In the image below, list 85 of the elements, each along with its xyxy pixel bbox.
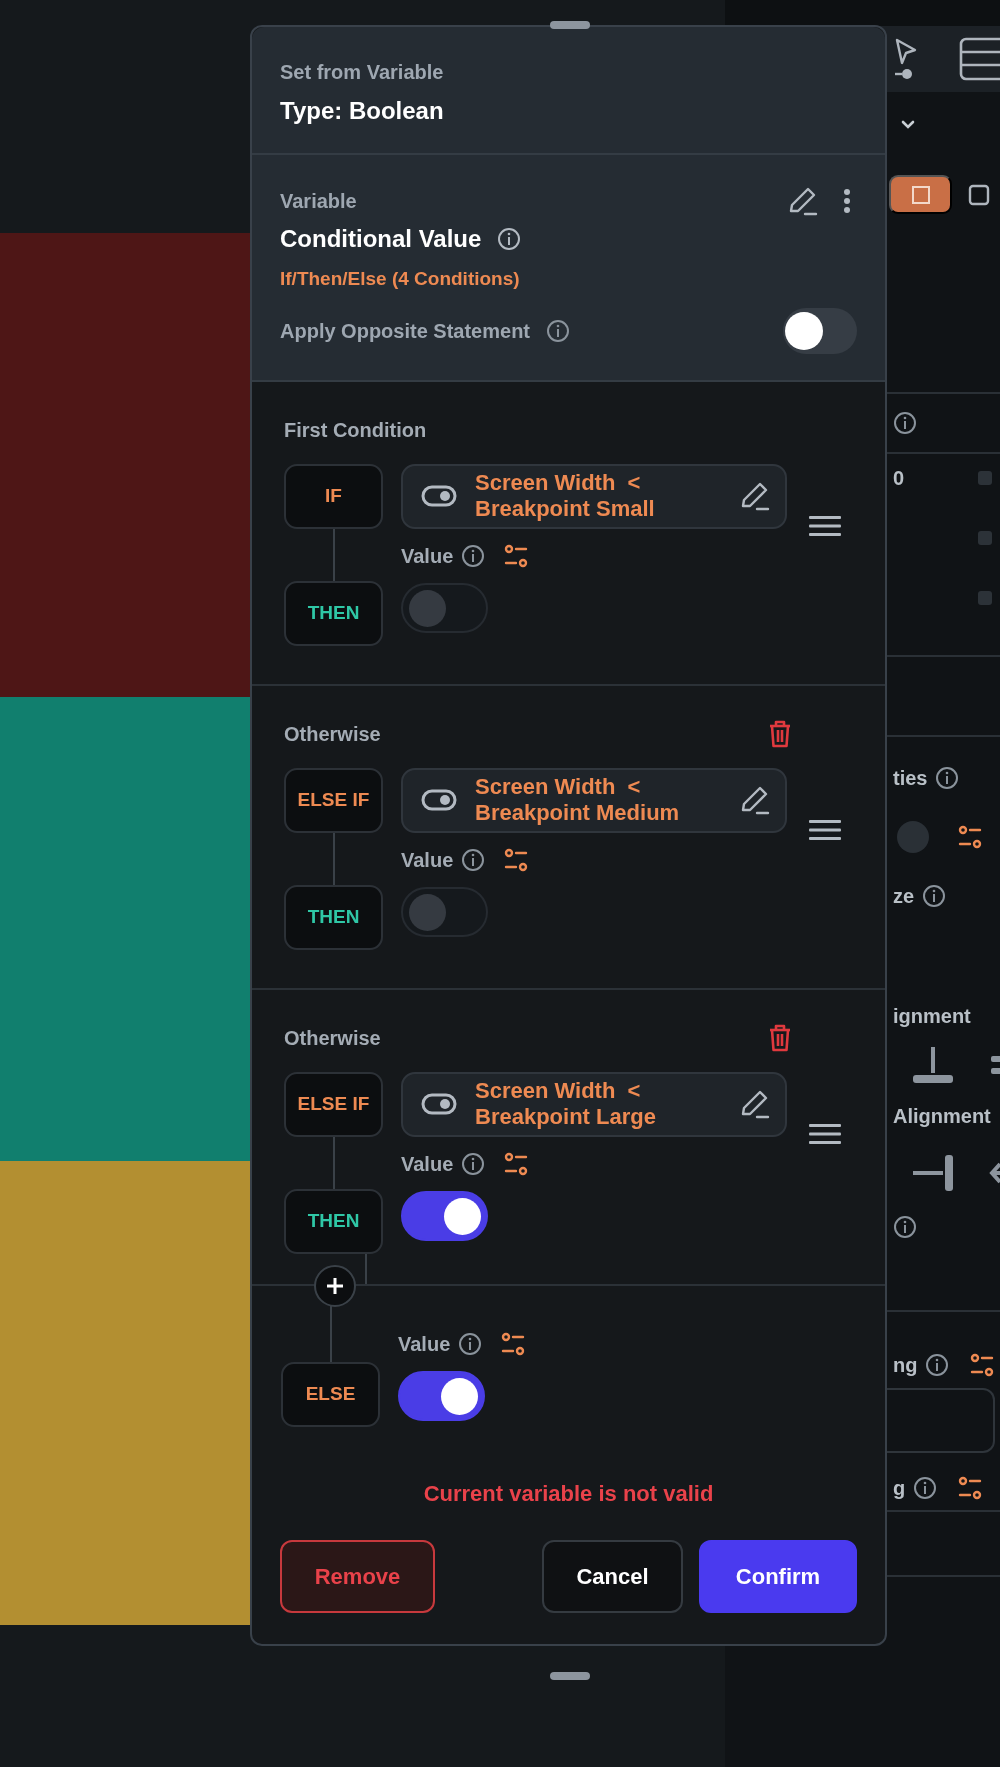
value-text: 0 — [893, 466, 905, 491]
dialog-title: Type: Boolean — [280, 96, 445, 126]
condition-expression[interactable]: Screen Width < Breakpoint Medium — [401, 767, 787, 833]
value-label: Value — [398, 1331, 451, 1357]
toggle-switch[interactable] — [783, 307, 857, 354]
edit-icon[interactable] — [787, 185, 819, 217]
condition-tag: THEN — [284, 1188, 383, 1254]
frame-icon — [909, 183, 932, 206]
condition-tag: IF — [284, 463, 383, 529]
edit-icon[interactable] — [739, 784, 771, 816]
toggle-switch[interactable] — [401, 582, 488, 633]
toggle-switch[interactable] — [401, 1190, 488, 1241]
remove-button[interactable]: Remove — [280, 1539, 435, 1613]
error-message: Current variable is not valid — [423, 1479, 714, 1508]
chevron-down-icon[interactable] — [901, 119, 915, 130]
field-label: ties — [893, 766, 928, 791]
info-icon — [458, 1331, 483, 1356]
info-icon — [893, 411, 917, 435]
sliders-icon[interactable] — [969, 1352, 996, 1378]
info-icon — [461, 847, 486, 872]
cancel-button[interactable]: Cancel — [542, 1539, 683, 1613]
expression-text: Screen Width < Breakpoint Medium — [475, 774, 680, 826]
info-icon — [546, 318, 571, 343]
sliders-icon[interactable] — [503, 542, 530, 569]
square-icon[interactable] — [968, 183, 990, 206]
condition-heading: Otherwise — [284, 721, 381, 747]
cursor-icon[interactable] — [893, 37, 919, 81]
sliders-icon[interactable] — [503, 1150, 530, 1177]
value-label: Value — [401, 847, 454, 873]
more-icon[interactable] — [843, 188, 851, 214]
condition-expression[interactable]: Screen Width < Breakpoint Small — [401, 463, 787, 529]
info-icon — [935, 766, 960, 790]
add-condition-button[interactable] — [314, 1264, 356, 1307]
option-label: Apply Opposite Statement — [280, 318, 531, 344]
expression-text: Screen Width < Breakpoint Large — [475, 1078, 656, 1130]
frame-button[interactable] — [889, 175, 952, 214]
sliders-icon[interactable] — [503, 846, 530, 873]
toggle-switch[interactable] — [401, 886, 488, 937]
field-label: Alignment — [893, 1104, 991, 1129]
condition-expression[interactable]: Screen Width < Breakpoint Large — [401, 1071, 787, 1137]
sliders-icon[interactable] — [957, 1475, 984, 1501]
plus-icon — [325, 1275, 345, 1296]
toggle-icon — [421, 789, 457, 811]
toggle-switch[interactable] — [398, 1370, 485, 1421]
sliders-icon[interactable] — [957, 824, 983, 850]
table-icon[interactable] — [959, 37, 1000, 81]
dialog-subtitle: Set from Variable — [280, 60, 445, 85]
confirm-button[interactable]: Confirm — [699, 1539, 857, 1613]
drag-handle-icon[interactable] — [809, 819, 841, 842]
variable-summary: If/Then/Else (4 Conditions) — [280, 267, 521, 291]
condition-heading: Otherwise — [284, 1025, 381, 1051]
toggle-icon — [421, 485, 457, 507]
section-label: Variable — [280, 189, 357, 214]
info-icon — [922, 884, 947, 908]
info-icon — [461, 1151, 486, 1176]
condition-tag: ELSE — [281, 1361, 380, 1427]
drag-handle-icon[interactable] — [809, 1123, 841, 1146]
value-label: Value — [401, 543, 454, 569]
resize-handle[interactable] — [550, 21, 590, 29]
edit-icon[interactable] — [739, 1088, 771, 1120]
field-label: ignment — [893, 1004, 971, 1029]
condition-tag: ELSE IF — [284, 1071, 383, 1137]
info-icon — [925, 1353, 950, 1377]
drag-handle-icon[interactable] — [809, 515, 841, 538]
condition-heading: First Condition — [284, 417, 427, 443]
condition-tag: THEN — [284, 884, 383, 950]
sliders-icon[interactable] — [500, 1330, 527, 1357]
resize-handle[interactable] — [550, 1672, 590, 1680]
info-icon — [893, 1215, 917, 1239]
expression-text: Screen Width < Breakpoint Small — [475, 470, 655, 522]
field-label: ze — [893, 884, 915, 909]
align-bottom-icon[interactable] — [911, 1045, 955, 1085]
info-icon — [497, 227, 522, 251]
delete-icon[interactable] — [768, 1023, 792, 1052]
info-icon — [913, 1476, 938, 1500]
value-label: Value — [401, 1151, 454, 1177]
info-icon — [461, 543, 486, 568]
toggle-icon — [421, 1093, 457, 1115]
condition-tag: ELSE IF — [284, 767, 383, 833]
variable-name: Conditional Value — [280, 224, 482, 254]
condition-tag: THEN — [284, 580, 383, 646]
field-label: ng — [893, 1353, 918, 1378]
field-label: g — [893, 1476, 906, 1501]
edit-icon[interactable] — [739, 480, 771, 512]
delete-icon[interactable] — [768, 719, 792, 748]
